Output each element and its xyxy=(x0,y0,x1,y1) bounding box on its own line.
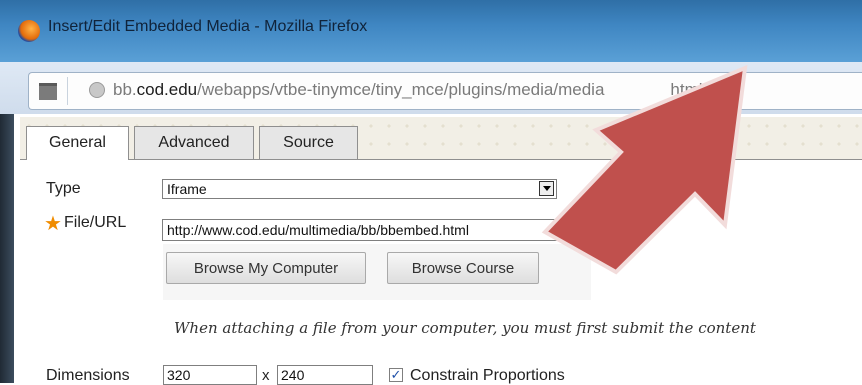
arrow-shape xyxy=(541,64,748,275)
tab-general[interactable]: General xyxy=(26,126,129,160)
red-arrow-icon xyxy=(541,64,748,275)
